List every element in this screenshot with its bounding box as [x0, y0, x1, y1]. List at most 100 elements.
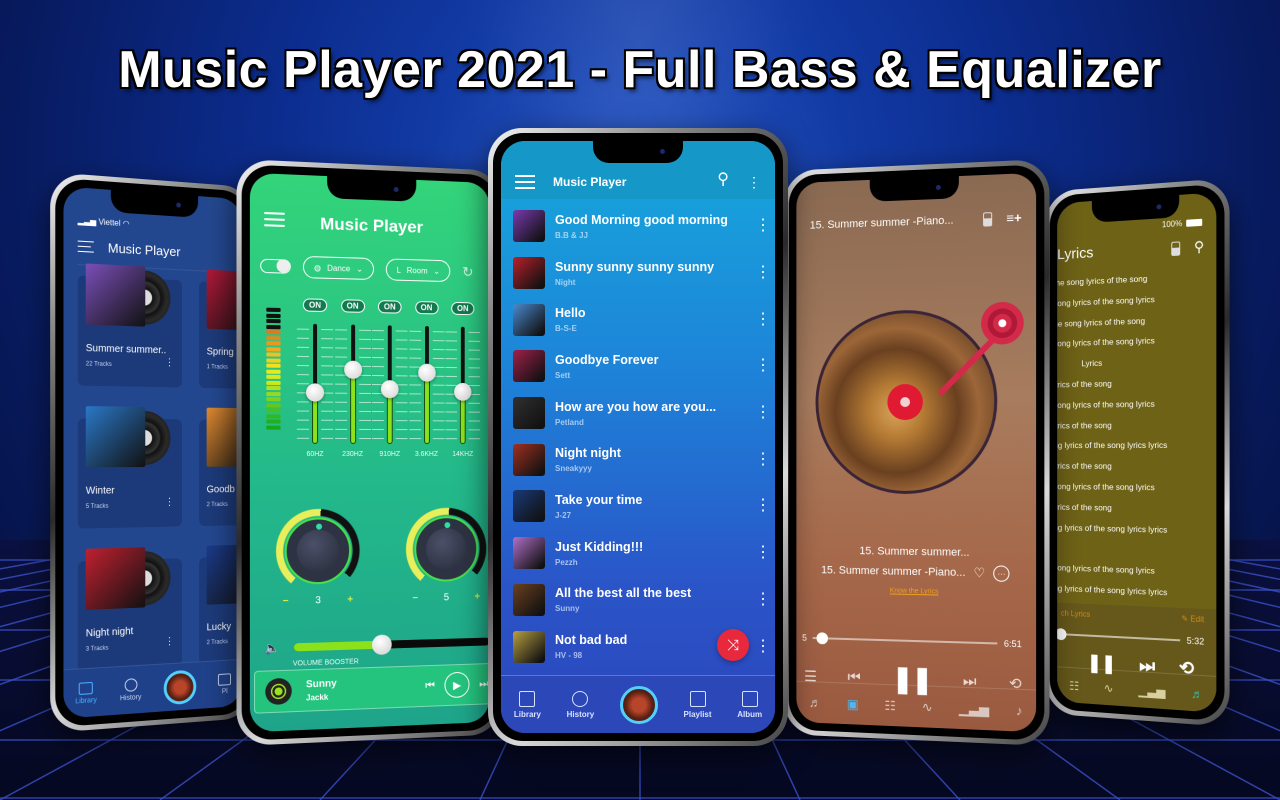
play-button[interactable]: ▶: [444, 671, 470, 699]
nav-item-library[interactable]: Library: [75, 681, 97, 705]
disc-icon: [265, 677, 292, 706]
equalizer-tab-icon[interactable]: ☷: [884, 697, 895, 713]
more-vert-icon[interactable]: ⋮: [165, 357, 175, 368]
more-vert-icon[interactable]: ⋮: [755, 265, 771, 281]
slider-handle[interactable]: [380, 379, 399, 398]
add-to-queue-icon[interactable]: ≡+: [1006, 210, 1022, 226]
more-vert-icon[interactable]: ⋮: [755, 591, 771, 608]
band-slider[interactable]: [408, 325, 444, 444]
more-vert-icon[interactable]: ⋮: [755, 218, 771, 234]
nav-item-history[interactable]: History: [120, 678, 141, 702]
reverb-select[interactable]: L Room ⌄: [385, 258, 451, 283]
song-thumbnail: [513, 397, 545, 430]
more-vert-icon[interactable]: ⋮: [755, 545, 771, 561]
more-vert-icon[interactable]: ⋮: [755, 638, 771, 655]
more-vert-icon[interactable]: ⋮: [755, 311, 771, 328]
mini-player[interactable]: Sunny Jackk ⏮ ▶ ⏭: [254, 662, 490, 714]
song-title: All the best all the best: [555, 586, 692, 601]
band-slider[interactable]: [372, 325, 408, 444]
nav-item-pl[interactable]: Pl: [218, 672, 232, 695]
phone-library: ▂▃▅ Viettel ◠ Music Player Summer summer…: [50, 172, 255, 733]
heart-icon[interactable]: ♡: [973, 565, 985, 581]
song-text: Hello B-S-E: [555, 306, 745, 333]
nav-item-album[interactable]: Album: [737, 690, 762, 719]
band-toggle[interactable]: ON: [414, 301, 439, 315]
slider-handle[interactable]: [343, 360, 362, 379]
more-icon[interactable]: ···: [993, 565, 1010, 582]
seek-bar[interactable]: [812, 632, 998, 645]
search-icon[interactable]: ⚲: [717, 169, 729, 189]
song-row[interactable]: How are you how are you... Petland ⋮: [513, 390, 771, 437]
more-vert-icon[interactable]: ⋮: [755, 405, 771, 421]
more-vert-icon[interactable]: ⋮: [165, 497, 175, 508]
image-tab-icon[interactable]: ▣: [847, 696, 859, 712]
lyrics-tab-icon[interactable]: ♬: [1191, 686, 1203, 701]
band-toggle[interactable]: ON: [377, 300, 402, 314]
shuffle-button[interactable]: ⤨: [717, 629, 749, 661]
preset-select[interactable]: ◍ Dance ⌄: [302, 255, 374, 281]
bars-tab-icon[interactable]: ▁▃▅: [959, 700, 989, 717]
previous-icon[interactable]: ⏮: [425, 679, 435, 692]
more-vert-icon[interactable]: ⋮: [755, 498, 771, 514]
song-row[interactable]: All the best all the best Sunny ⋮: [513, 577, 771, 624]
vu-segment: [266, 341, 281, 346]
search-icon[interactable]: ⚲: [1194, 238, 1204, 256]
now-playing-disc[interactable]: [163, 668, 197, 705]
album-name: Night night: [85, 626, 134, 640]
album-card[interactable]: Winter 5 Tracks ⋮: [77, 406, 182, 529]
minus-icon[interactable]: −: [283, 596, 289, 607]
song-row[interactable]: Hello B-S-E ⋮: [513, 296, 771, 343]
equalizer-tab-icon[interactable]: ☷: [1069, 678, 1079, 692]
music-note-tab-icon[interactable]: ♪: [1016, 703, 1023, 719]
vu-segment: [266, 330, 281, 335]
plus-icon[interactable]: +: [347, 594, 353, 605]
waveform-tab-icon[interactable]: ∿: [922, 699, 933, 715]
search-lyrics-link[interactable]: ch Lyrics: [1061, 609, 1090, 619]
reset-icon[interactable]: ↻: [462, 263, 473, 280]
nav-item-history[interactable]: History: [567, 690, 594, 719]
band-toggle[interactable]: ON: [340, 299, 365, 313]
song-row[interactable]: Goodbye Forever Sett ⋮: [513, 343, 771, 390]
seek-handle[interactable]: [816, 632, 828, 645]
volume-handle[interactable]: [371, 634, 392, 656]
knob-dial[interactable]: [405, 507, 487, 592]
album-card[interactable]: Summer summer.. 22 Tracks ⋮: [77, 263, 182, 388]
nav-item-playlist[interactable]: Playlist: [684, 690, 712, 719]
eq-enable-toggle[interactable]: [260, 258, 291, 274]
edit-button[interactable]: ✎ Edit: [1181, 614, 1204, 624]
plus-icon[interactable]: +: [474, 592, 480, 603]
more-vert-icon[interactable]: ⋮: [755, 451, 771, 468]
album-card[interactable]: Night night 3 Tracks ⋮: [77, 547, 182, 672]
band-slider[interactable]: [334, 324, 371, 443]
vu-segment: [266, 374, 281, 379]
volume-slider[interactable]: [293, 634, 490, 656]
effect-knob[interactable]: − 5 +: [405, 507, 488, 604]
nav-item-library[interactable]: Library: [514, 690, 541, 719]
menu-icon[interactable]: [515, 175, 535, 189]
song-row[interactable]: Just Kidding!!! Pezzh ⋮: [513, 530, 771, 577]
slider-handle[interactable]: [454, 382, 472, 401]
song-row[interactable]: Good Morning good morning B.B & JJ ⋮: [513, 203, 771, 250]
slider-handle[interactable]: [417, 363, 436, 382]
waveform-tab-icon[interactable]: ∿: [1104, 681, 1114, 696]
knob-dial[interactable]: [275, 508, 361, 595]
band-slider[interactable]: [445, 326, 481, 444]
song-text: All the best all the best Sunny: [555, 586, 745, 613]
lyrics-tab-icon[interactable]: ♬: [809, 695, 821, 710]
song-row[interactable]: Sunny sunny sunny sunny Night ⋮: [513, 250, 771, 297]
more-vert-icon[interactable]: ⋮: [165, 636, 175, 647]
bars-tab-icon[interactable]: ▁▃▅: [1138, 683, 1165, 699]
song-row[interactable]: Take your time J-27 ⋮: [513, 483, 771, 530]
minus-icon[interactable]: −: [412, 593, 418, 604]
song-text: Sunny sunny sunny sunny Night: [555, 260, 745, 287]
song-row[interactable]: Night night Sneakyyy ⋮: [513, 436, 771, 483]
know-lyrics-link[interactable]: Know the Lyrics: [890, 587, 939, 595]
more-vert-icon[interactable]: ⋮: [755, 358, 771, 374]
band-toggle[interactable]: ON: [451, 301, 475, 316]
effect-knob[interactable]: − 3 +: [274, 508, 361, 607]
band-toggle[interactable]: ON: [302, 298, 328, 313]
band-slider[interactable]: [296, 323, 334, 443]
menu-icon[interactable]: [77, 240, 94, 253]
now-playing-disc[interactable]: [619, 685, 658, 724]
more-vert-icon[interactable]: ⋮: [747, 175, 761, 189]
